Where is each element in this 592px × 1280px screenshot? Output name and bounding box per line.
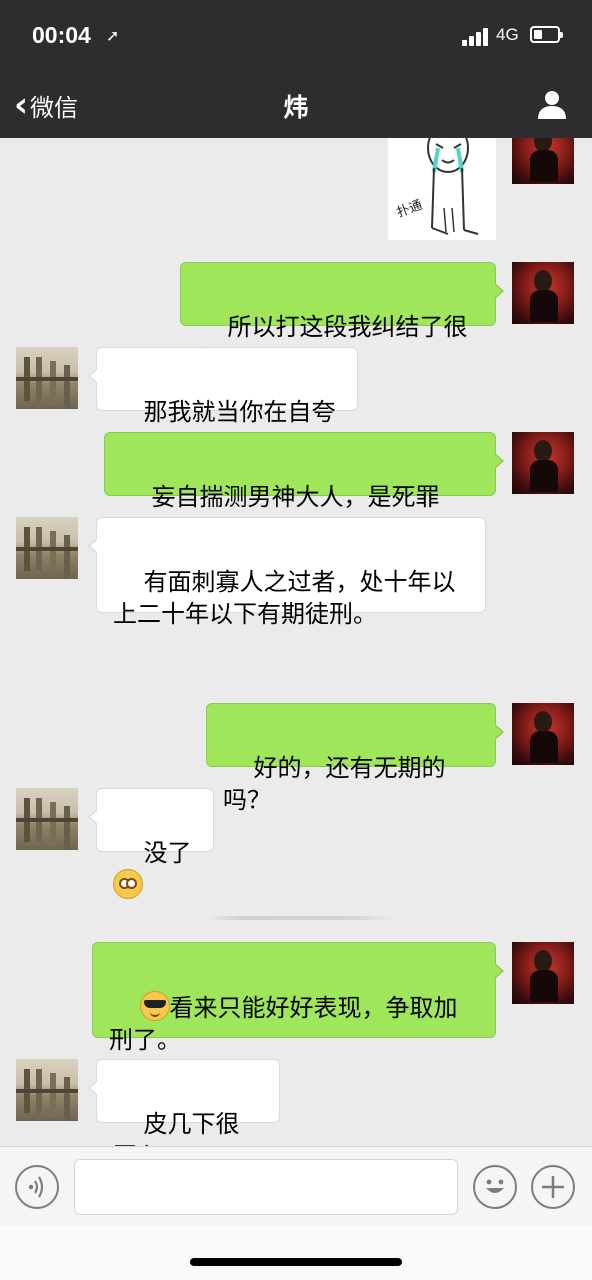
more-options-button[interactable]	[531, 1165, 575, 1209]
divider	[206, 916, 392, 920]
avatar-me[interactable]	[512, 703, 574, 765]
message-bubble-sent[interactable]: 所以打这段我纠结了很久	[180, 262, 504, 373]
emoji-button[interactable]	[473, 1165, 517, 1209]
avatar-friend[interactable]	[16, 347, 78, 409]
sticker-image[interactable]: 扑通	[388, 138, 496, 240]
message-bubble-sent[interactable]: 妄自揣测男神大人，是死罪吗？	[104, 432, 504, 543]
cell-signal-icon	[462, 28, 492, 46]
avatar-friend[interactable]	[16, 1059, 78, 1121]
voice-wave-icon	[28, 1176, 44, 1198]
avatar-friend[interactable]	[16, 788, 78, 850]
battery-icon	[530, 26, 563, 43]
message-bubble-received[interactable]: 那我就当你在自夸吧	[88, 347, 358, 458]
nav-bar: ‹ 微信 炜	[0, 72, 592, 138]
message-text: 没了	[143, 839, 192, 867]
network-type: 4G	[496, 25, 519, 44]
avatar-me[interactable]	[512, 262, 574, 324]
person-profile-icon[interactable]	[536, 88, 568, 120]
message-text: 皮几下很开心	[113, 1110, 240, 1146]
sunglasses-face-emoji-icon	[139, 991, 170, 1021]
bottom-safe-area	[0, 1226, 592, 1280]
message-bubble-received[interactable]: 皮几下很开心	[88, 1059, 280, 1146]
message-bubble-sent[interactable]: 好的，还有无期的吗？	[206, 703, 504, 814]
home-indicator[interactable]	[190, 1258, 402, 1266]
message-bubble-received[interactable]: 有面刺寡人之过者，处十年以上二十年以下有期徒刑。	[88, 517, 486, 628]
avatar-me[interactable]	[512, 942, 574, 1004]
smiley-face-icon	[486, 1179, 504, 1193]
message-input[interactable]	[74, 1159, 458, 1215]
avatar-me[interactable]	[512, 432, 574, 494]
message-text: 有面刺寡人之过者，处十年以上二十年以下有期徒刑。	[113, 568, 456, 628]
crying-meme-sticker-icon	[427, 138, 479, 235]
flushed-face-emoji-icon	[113, 869, 143, 899]
avatar-me[interactable]	[512, 138, 574, 184]
status-time: 00:04	[32, 22, 91, 48]
chat-area[interactable]: 扑通 所以打这段我纠结了很久 那我就当你在自夸吧 妄自揣测男神大人，是死罪吗？ …	[0, 138, 592, 1146]
message-text: 好的，还有无期的吗？	[223, 754, 446, 814]
chat-title: 炜	[283, 93, 309, 122]
message-bubble-received[interactable]: 没了	[88, 788, 214, 899]
input-bar	[0, 1146, 592, 1226]
avatar-friend[interactable]	[16, 517, 78, 579]
voice-toggle-button[interactable]	[15, 1165, 59, 1209]
status-bar: 00:04 ➚ 4G	[0, 0, 592, 72]
location-arrow-icon: ➚	[106, 26, 120, 45]
plus-icon	[542, 1176, 564, 1198]
message-bubble-sent[interactable]: 看来只能好好表现，争取加刑了。	[92, 942, 504, 1054]
